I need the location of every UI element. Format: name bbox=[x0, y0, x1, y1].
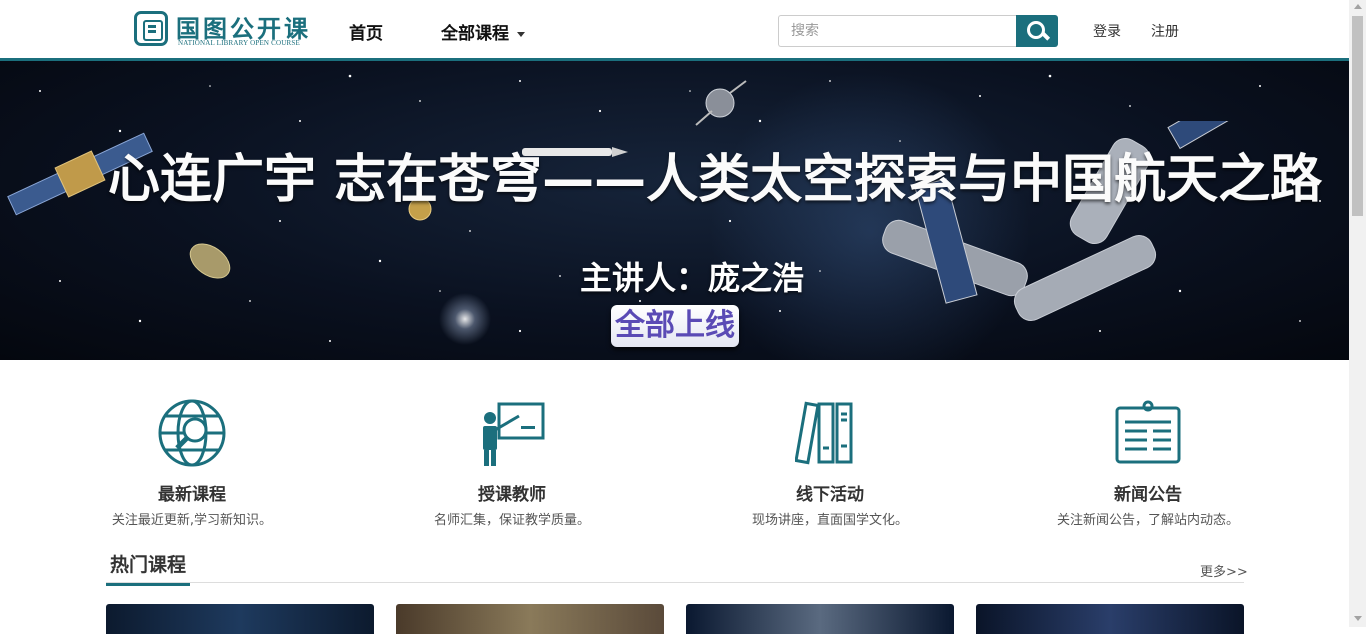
logo-english-text: NATIONAL LIBRARY OPEN COURSE bbox=[178, 39, 300, 47]
feature-latest-courses[interactable]: 最新课程 关注最近更新,学习新知识。 bbox=[72, 398, 312, 528]
login-link[interactable]: 登录 bbox=[1093, 21, 1121, 41]
feature-teachers[interactable]: 授课教师 名师汇集，保证教学质量。 bbox=[392, 398, 632, 528]
scroll-down-arrow-icon[interactable] bbox=[1354, 616, 1362, 621]
page-scrollbar[interactable] bbox=[1349, 0, 1366, 627]
scroll-up-arrow-icon[interactable] bbox=[1354, 4, 1362, 9]
more-link[interactable]: 更多>> bbox=[1200, 561, 1248, 580]
logo-mark-icon bbox=[134, 11, 168, 46]
books-icon bbox=[795, 401, 853, 465]
hot-courses-heading: 热门课程 bbox=[106, 550, 191, 586]
banner-speaker: 主讲人：庞之浩 bbox=[580, 259, 805, 297]
feature-title: 新闻公告 bbox=[1114, 485, 1182, 505]
course-card-thumbnail[interactable] bbox=[976, 604, 1244, 634]
section-divider bbox=[106, 582, 1244, 583]
search-button[interactable] bbox=[1016, 15, 1058, 47]
teacher-board-icon bbox=[483, 402, 545, 466]
banner-title: 心连广宇 志在苍穹——人类太空探索与中国航天之路 bbox=[108, 150, 1323, 210]
scrollbar-thumb[interactable] bbox=[1352, 16, 1363, 216]
banner-badge[interactable]: 全部上线 bbox=[611, 305, 739, 347]
globe-search-icon bbox=[158, 399, 226, 467]
caret-down-icon bbox=[517, 31, 525, 37]
search-icon-handle bbox=[1040, 31, 1051, 41]
feature-title: 最新课程 bbox=[158, 485, 226, 505]
search-input[interactable] bbox=[778, 15, 1016, 47]
course-card-thumbnail[interactable] bbox=[396, 604, 664, 634]
feature-title: 线下活动 bbox=[796, 485, 864, 505]
nav-all-courses-dropdown[interactable]: 全部课程 bbox=[441, 19, 525, 44]
course-card-thumbnail[interactable] bbox=[686, 604, 954, 634]
satellite-small-icon bbox=[189, 243, 231, 279]
clipboard-news-icon bbox=[1115, 400, 1181, 464]
feature-description: 现场讲座，直面国学文化。 bbox=[751, 513, 908, 528]
nav-all-courses-label: 全部课程 bbox=[441, 24, 509, 44]
feature-description: 名师汇集，保证教学质量。 bbox=[433, 513, 590, 528]
feature-title: 授课教师 bbox=[478, 485, 546, 505]
site-logo[interactable]: 国图公开课 NATIONAL LIBRARY OPEN COURSE bbox=[134, 10, 314, 50]
hero-banner[interactable]: 心连广宇 志在苍穹——人类太空探索与中国航天之路 主讲人：庞之浩 全部上线 bbox=[0, 61, 1349, 360]
feature-description: 关注最近更新,学习新知识。 bbox=[111, 513, 273, 528]
course-card-thumbnail[interactable] bbox=[106, 604, 374, 634]
register-link[interactable]: 注册 bbox=[1151, 21, 1179, 41]
site-header: 国图公开课 NATIONAL LIBRARY OPEN COURSE 首页 全部… bbox=[0, 0, 1349, 61]
feature-description: 关注新闻公告，了解站内动态。 bbox=[1056, 513, 1239, 528]
feature-news[interactable]: 新闻公告 关注新闻公告，了解站内动态。 bbox=[1028, 398, 1268, 528]
satellite-top-icon bbox=[695, 80, 747, 126]
feature-offline-events[interactable]: 线下活动 现场讲座，直面国学文化。 bbox=[710, 398, 950, 528]
nav-home-link[interactable]: 首页 bbox=[349, 19, 383, 44]
